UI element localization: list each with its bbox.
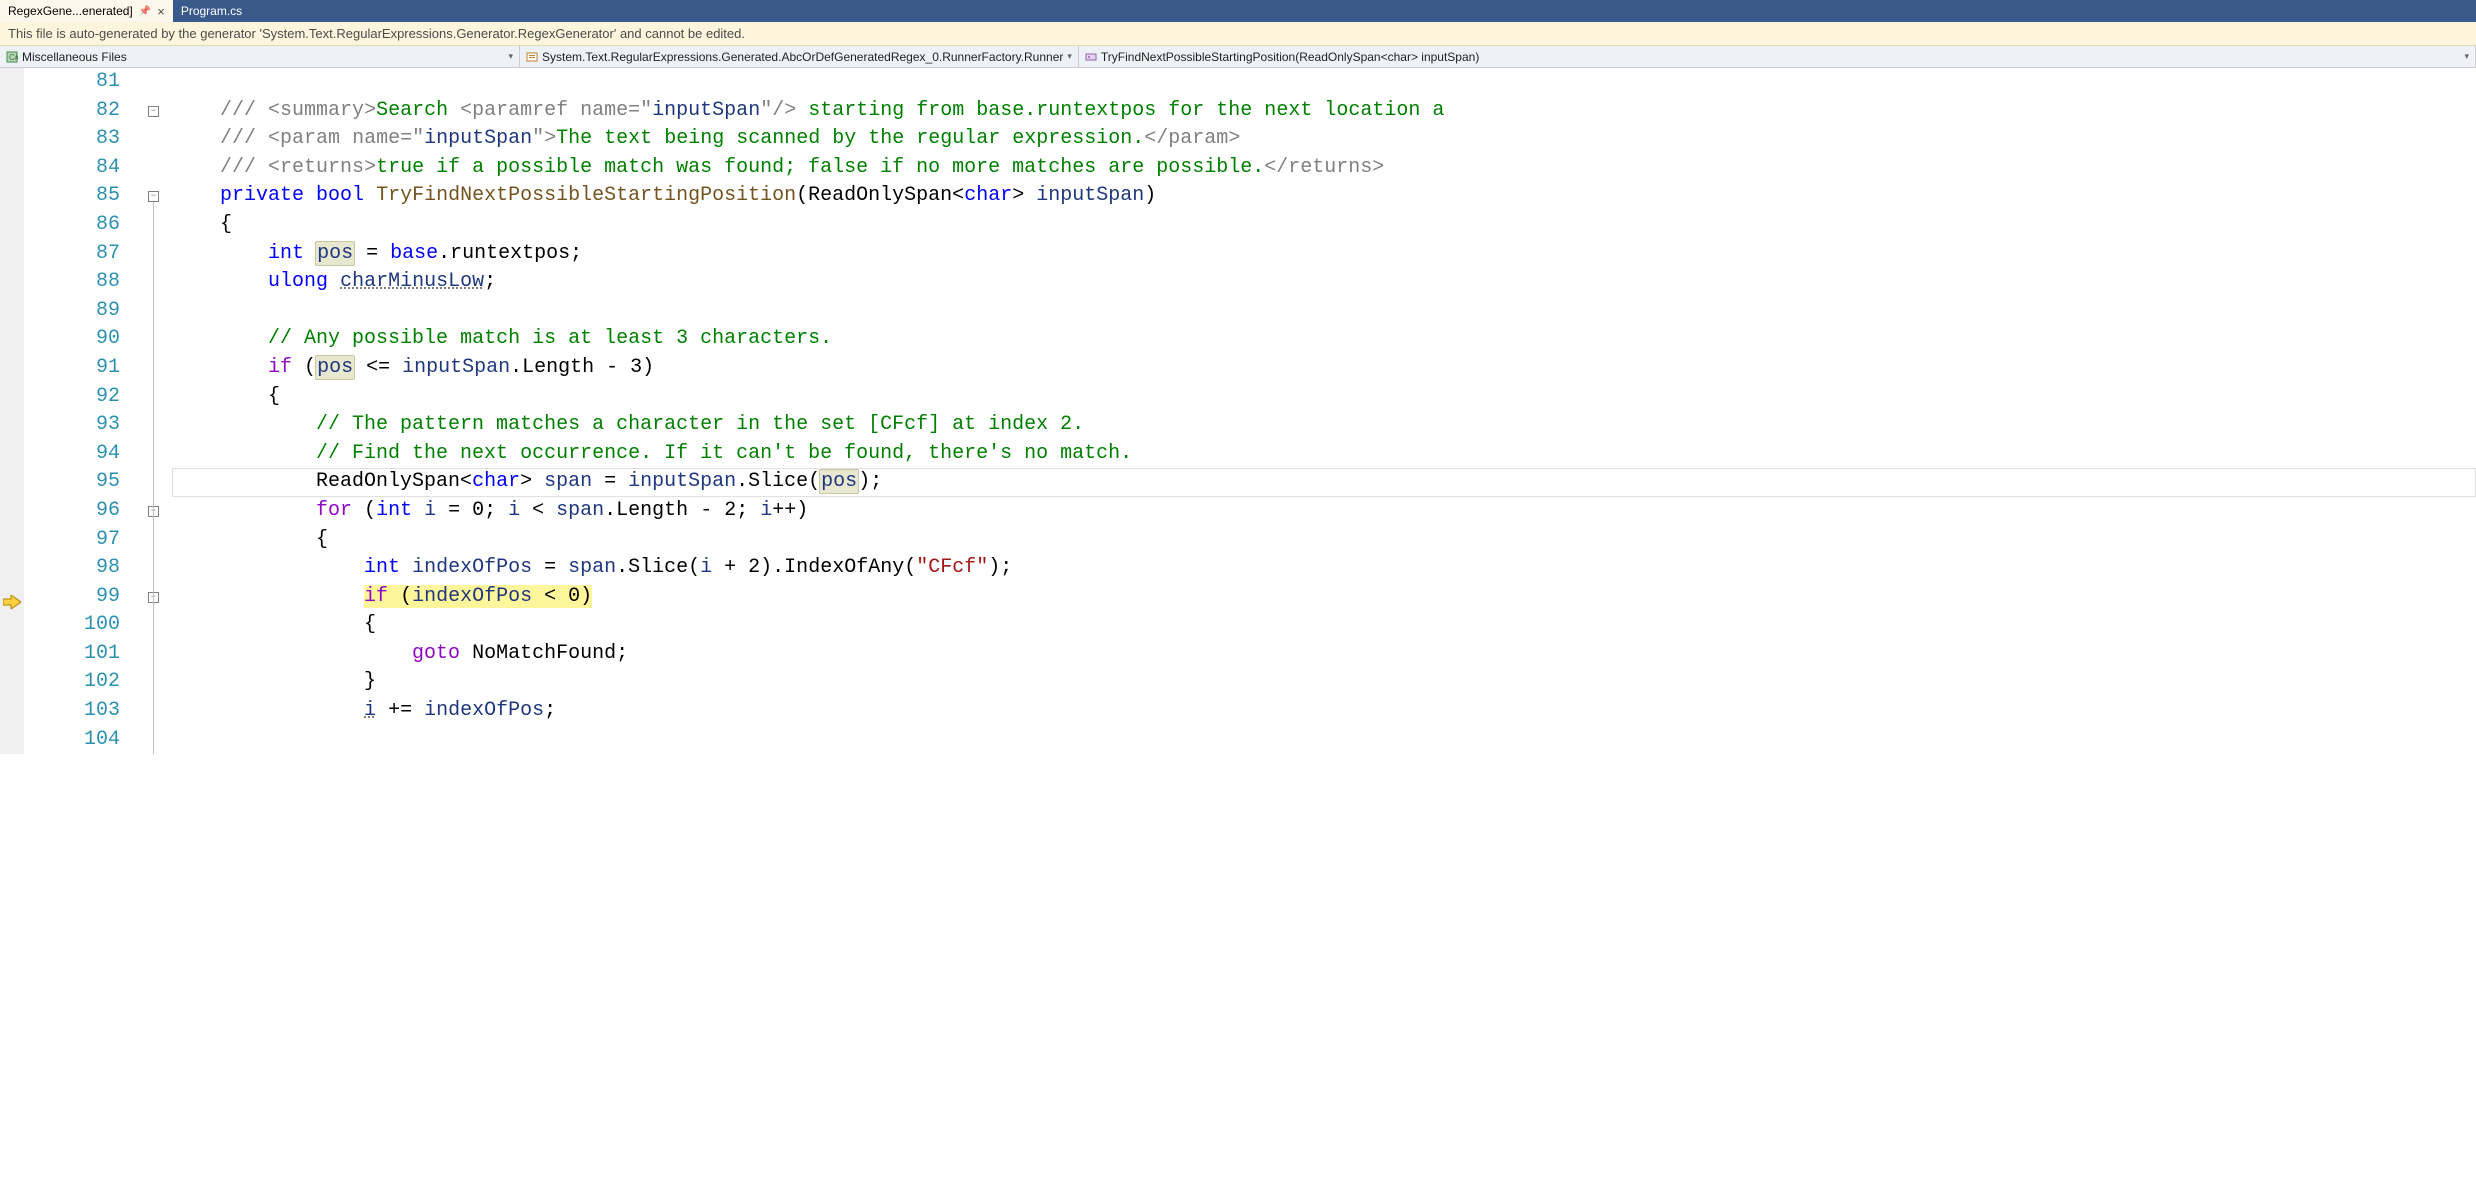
code-line[interactable] xyxy=(172,297,2476,326)
current-statement-arrow-icon xyxy=(3,591,21,605)
csharp-icon: C# xyxy=(6,51,18,63)
readonly-info-bar: This file is auto-generated by the gener… xyxy=(0,22,2476,46)
pin-icon[interactable]: 📌 xyxy=(139,6,151,17)
code-line[interactable]: private bool TryFindNextPossibleStarting… xyxy=(172,182,2476,211)
chevron-down-icon: ▾ xyxy=(2464,51,2469,62)
class-icon xyxy=(526,51,538,63)
tab-label: RegexGene...enerated] xyxy=(8,4,133,18)
code-line[interactable]: } xyxy=(172,668,2476,697)
code-line[interactable] xyxy=(172,68,2476,97)
tab-bar: RegexGene...enerated] 📌 × Program.cs xyxy=(0,0,2476,22)
code-line[interactable]: if (pos <= inputSpan.Length - 3) xyxy=(172,354,2476,383)
tab-program[interactable]: Program.cs xyxy=(173,0,250,22)
tab-regex-generated[interactable]: RegexGene...enerated] 📌 × xyxy=(0,0,173,22)
line-number: 89 xyxy=(24,297,120,326)
line-number: 104 xyxy=(24,726,120,755)
line-number: 98 xyxy=(24,554,120,583)
navigation-bar: C# Miscellaneous Files ▾ System.Text.Reg… xyxy=(0,46,2476,68)
nav-member-dropdown[interactable]: TryFindNextPossibleStartingPosition(Read… xyxy=(1079,46,2476,67)
code-line[interactable]: { xyxy=(172,383,2476,412)
nav-class-label: System.Text.RegularExpressions.Generated… xyxy=(542,50,1063,64)
close-icon[interactable]: × xyxy=(157,4,165,19)
code-line[interactable]: // The pattern matches a character in th… xyxy=(172,411,2476,440)
code-line[interactable]: ulong charMinusLow; xyxy=(172,268,2476,297)
code-line[interactable]: /// <param name="inputSpan">The text bei… xyxy=(172,125,2476,154)
line-number: 87 xyxy=(24,240,120,269)
line-number: 91 xyxy=(24,354,120,383)
code-line[interactable]: { xyxy=(172,211,2476,240)
code-line[interactable]: /// <returns>true if a possible match wa… xyxy=(172,154,2476,183)
fold-toggle[interactable]: − xyxy=(148,191,159,202)
code-line[interactable]: { xyxy=(172,526,2476,555)
line-number: 83 xyxy=(24,125,120,154)
fold-column[interactable]: −−−− xyxy=(132,68,172,754)
nav-class-dropdown[interactable]: System.Text.RegularExpressions.Generated… xyxy=(520,46,1079,67)
line-number: 84 xyxy=(24,154,120,183)
line-number: 88 xyxy=(24,268,120,297)
nav-member-label: TryFindNextPossibleStartingPosition(Read… xyxy=(1101,50,1479,64)
glyph-margin[interactable] xyxy=(0,68,24,754)
line-number: 100 xyxy=(24,611,120,640)
method-icon xyxy=(1085,51,1097,63)
code-line[interactable]: if (indexOfPos < 0) xyxy=(172,583,2476,612)
code-line[interactable]: ReadOnlySpan<char> span = inputSpan.Slic… xyxy=(172,468,2476,497)
svg-text:C#: C# xyxy=(9,53,18,62)
code-line[interactable]: // Find the next occurrence. If it can't… xyxy=(172,440,2476,469)
nav-scope-label: Miscellaneous Files xyxy=(22,50,127,64)
code-line[interactable]: for (int i = 0; i < span.Length - 2; i++… xyxy=(172,497,2476,526)
line-number: 93 xyxy=(24,411,120,440)
info-text: This file is auto-generated by the gener… xyxy=(8,26,745,41)
line-number: 97 xyxy=(24,526,120,555)
code-line[interactable]: goto NoMatchFound; xyxy=(172,640,2476,669)
nav-scope-dropdown[interactable]: C# Miscellaneous Files ▾ xyxy=(0,46,520,67)
code-editor[interactable]: 8182838485868788899091929394959697989910… xyxy=(0,68,2476,754)
line-number: 101 xyxy=(24,640,120,669)
code-line[interactable]: // Any possible match is at least 3 char… xyxy=(172,325,2476,354)
line-number: 90 xyxy=(24,325,120,354)
line-number: 81 xyxy=(24,68,120,97)
line-number-gutter[interactable]: 8182838485868788899091929394959697989910… xyxy=(24,68,132,754)
code-line[interactable]: i += indexOfPos; xyxy=(172,697,2476,726)
line-number: 96 xyxy=(24,497,120,526)
code-line[interactable]: int pos = base.runtextpos; xyxy=(172,240,2476,269)
code-line[interactable] xyxy=(172,726,2476,755)
line-number: 103 xyxy=(24,697,120,726)
line-number: 92 xyxy=(24,383,120,412)
line-number: 82 xyxy=(24,97,120,126)
code-line[interactable]: { xyxy=(172,611,2476,640)
line-number: 102 xyxy=(24,668,120,697)
chevron-down-icon: ▾ xyxy=(1067,51,1072,62)
line-number: 85 xyxy=(24,182,120,211)
line-number: 94 xyxy=(24,440,120,469)
fold-toggle[interactable]: − xyxy=(148,106,159,117)
line-number: 95 xyxy=(24,468,120,497)
chevron-down-icon: ▾ xyxy=(508,51,513,62)
line-number: 99 xyxy=(24,583,120,612)
line-number: 86 xyxy=(24,211,120,240)
code-line[interactable]: int indexOfPos = span.Slice(i + 2).Index… xyxy=(172,554,2476,583)
code-area[interactable]: /// <summary>Search <paramref name="inpu… xyxy=(172,68,2476,754)
code-line[interactable]: /// <summary>Search <paramref name="inpu… xyxy=(172,97,2476,126)
tab-label: Program.cs xyxy=(181,4,242,18)
